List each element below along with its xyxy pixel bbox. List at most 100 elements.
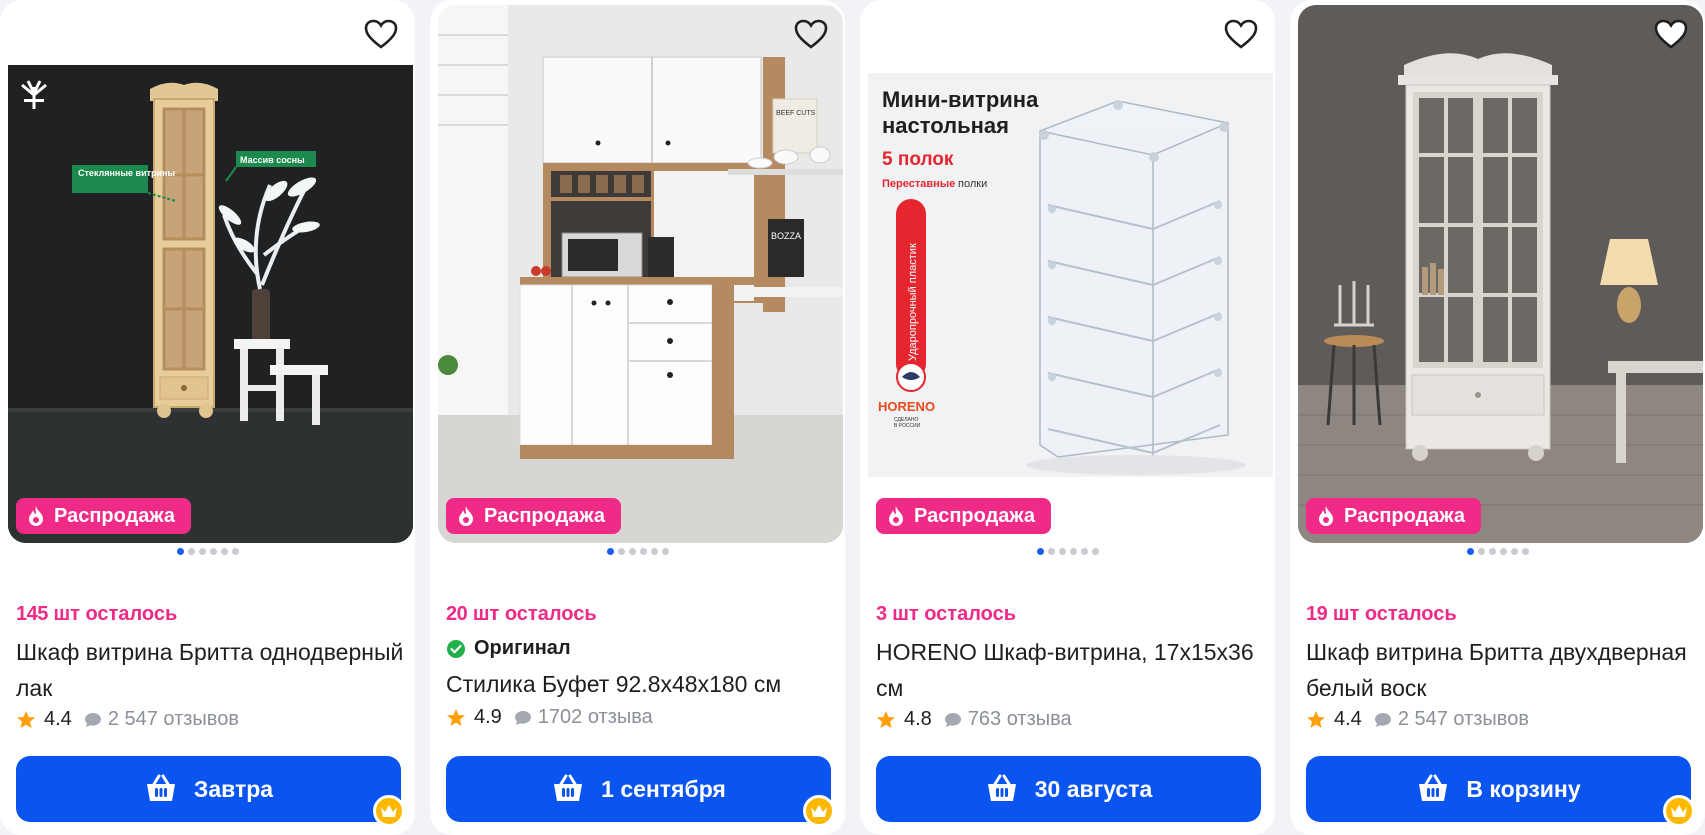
product-card[interactable]: Стеклянные витрины Массив сосны Распрода… xyxy=(0,0,415,835)
comment-icon xyxy=(944,712,961,727)
delivery-date-label: 30 августа xyxy=(1034,775,1153,802)
add-to-cart-button[interactable]: Завтра xyxy=(16,756,401,822)
heart-icon xyxy=(1654,19,1688,49)
fire-icon xyxy=(459,506,473,526)
favorite-button[interactable] xyxy=(791,16,831,52)
image-label-text: Стеклянные витрины xyxy=(78,168,175,178)
favorite-button[interactable] xyxy=(1651,16,1691,52)
sale-badge[interactable]: Распродажа xyxy=(1306,498,1481,534)
image-headline-text: настольная xyxy=(882,113,1009,138)
product-image[interactable]: Стеклянные витрины Массив сосны xyxy=(8,5,413,543)
reviews-count[interactable]: 2 547 отзывов xyxy=(108,708,239,731)
stock-remaining: 19 шт осталось xyxy=(1306,603,1457,625)
sale-badge[interactable]: Распродажа xyxy=(16,498,191,534)
pagination-dot[interactable] xyxy=(606,548,614,555)
pagination-dot[interactable] xyxy=(231,548,239,555)
pagination-dot[interactable] xyxy=(220,548,228,555)
pagination-dot[interactable] xyxy=(1047,548,1055,555)
product-rating: 4.9 1702 отзыва xyxy=(446,706,653,729)
heart-icon xyxy=(1224,19,1258,49)
stock-remaining: 145 шт осталось xyxy=(16,603,178,625)
image-pagination[interactable] xyxy=(860,548,1275,555)
image-box-text: BOZZA xyxy=(771,231,801,241)
product-title[interactable]: Шкаф витрина Бритта двухдверная белый во… xyxy=(1306,634,1696,706)
rating-score: 4.4 xyxy=(44,708,72,730)
product-image[interactable]: Мини-витрина настольная 5 полок Перестав… xyxy=(868,5,1273,543)
product-rating: 4.8 763 отзыва xyxy=(876,708,1072,731)
rating-score: 4.4 xyxy=(1334,708,1362,730)
pagination-dot[interactable] xyxy=(198,548,206,555)
pagination-dot[interactable] xyxy=(176,548,184,555)
pagination-dot[interactable] xyxy=(1521,548,1529,555)
fire-icon xyxy=(1319,506,1333,526)
rating-score: 4.8 xyxy=(904,708,932,730)
basket-icon xyxy=(554,774,583,801)
image-headline-text: Мини-витрина xyxy=(882,87,1039,112)
add-to-cart-button[interactable]: 30 августа xyxy=(876,756,1261,822)
product-title[interactable]: Стилика Буфет 92.8x48x180 см xyxy=(446,666,836,702)
pagination-dot[interactable] xyxy=(1091,548,1099,555)
add-to-cart-label: В корзину xyxy=(1466,775,1581,802)
image-movable-text: Переставные xyxy=(882,178,955,190)
product-title[interactable]: HORENO Шкаф-витрина, 17x15x36 см xyxy=(876,634,1266,706)
image-shelves-text: 5 полок xyxy=(882,149,954,170)
pagination-dot[interactable] xyxy=(1080,548,1088,555)
pagination-dot[interactable] xyxy=(187,548,195,555)
add-to-cart-button[interactable]: В корзину xyxy=(1306,756,1691,822)
pagination-dot[interactable] xyxy=(639,548,647,555)
pagination-dot[interactable] xyxy=(1510,548,1518,555)
product-card[interactable]: Мини-витрина настольная 5 полок Перестав… xyxy=(860,0,1275,835)
sale-badge-label: Распродажа xyxy=(484,504,605,527)
heart-icon xyxy=(364,19,398,49)
product-image[interactable] xyxy=(1298,5,1703,543)
favorite-button[interactable] xyxy=(361,16,401,52)
reviews-count[interactable]: 1702 отзыва xyxy=(538,706,653,729)
image-label-text: Массив сосны xyxy=(240,155,305,165)
sale-badge[interactable]: Распродажа xyxy=(876,498,1051,534)
star-icon xyxy=(877,710,895,728)
image-made-text: В РОССИИ xyxy=(894,423,921,429)
crown-icon xyxy=(1671,805,1687,817)
reviews-count[interactable]: 763 отзыва xyxy=(968,708,1072,731)
product-image[interactable]: BOZZA BEEF CUTS xyxy=(438,5,843,543)
crown-icon xyxy=(811,805,827,817)
image-movable-text: полки xyxy=(958,178,987,190)
image-pagination[interactable] xyxy=(430,548,845,555)
comment-icon xyxy=(84,712,101,727)
star-icon xyxy=(17,710,35,728)
add-to-cart-button[interactable]: 1 сентября xyxy=(446,756,831,822)
image-board-text: BEEF CUTS xyxy=(776,110,816,117)
check-circle-icon xyxy=(447,639,465,658)
pagination-dot[interactable] xyxy=(661,548,669,555)
product-card[interactable]: BOZZA BEEF CUTS Распродажа 20 шт осталос… xyxy=(430,0,845,835)
image-pagination[interactable] xyxy=(0,548,415,555)
pagination-dot[interactable] xyxy=(1069,548,1077,555)
pagination-dot[interactable] xyxy=(1058,548,1066,555)
delivery-date-label: Завтра xyxy=(193,775,274,802)
reviews-count[interactable]: 2 547 отзывов xyxy=(1398,708,1529,731)
rating-score: 4.9 xyxy=(474,706,502,728)
premium-badge xyxy=(373,795,405,827)
product-rating: 4.4 2 547 отзывов xyxy=(16,708,239,731)
pagination-dot[interactable] xyxy=(1477,548,1485,555)
sale-badge-label: Распродажа xyxy=(54,504,175,527)
image-pagination[interactable] xyxy=(1290,548,1705,555)
pagination-dot[interactable] xyxy=(209,548,217,555)
basket-icon xyxy=(987,774,1016,801)
sale-badge[interactable]: Распродажа xyxy=(446,498,621,534)
favorite-button[interactable] xyxy=(1221,16,1261,52)
sale-badge-label: Распродажа xyxy=(914,504,1035,527)
pagination-dot[interactable] xyxy=(1488,548,1496,555)
product-card[interactable]: Распродажа 19 шт осталось Шкаф витрина Б… xyxy=(1290,0,1705,835)
pagination-dot[interactable] xyxy=(1466,548,1474,555)
stock-remaining: 20 шт осталось xyxy=(446,603,597,625)
premium-badge xyxy=(803,795,835,827)
pagination-dot[interactable] xyxy=(1499,548,1507,555)
product-title[interactable]: Шкаф витрина Бритта однодверный лак xyxy=(16,634,406,706)
fire-icon xyxy=(29,506,43,526)
pagination-dot[interactable] xyxy=(617,548,625,555)
pagination-dot[interactable] xyxy=(1036,548,1044,555)
heart-icon xyxy=(794,19,828,49)
pagination-dot[interactable] xyxy=(628,548,636,555)
pagination-dot[interactable] xyxy=(650,548,658,555)
